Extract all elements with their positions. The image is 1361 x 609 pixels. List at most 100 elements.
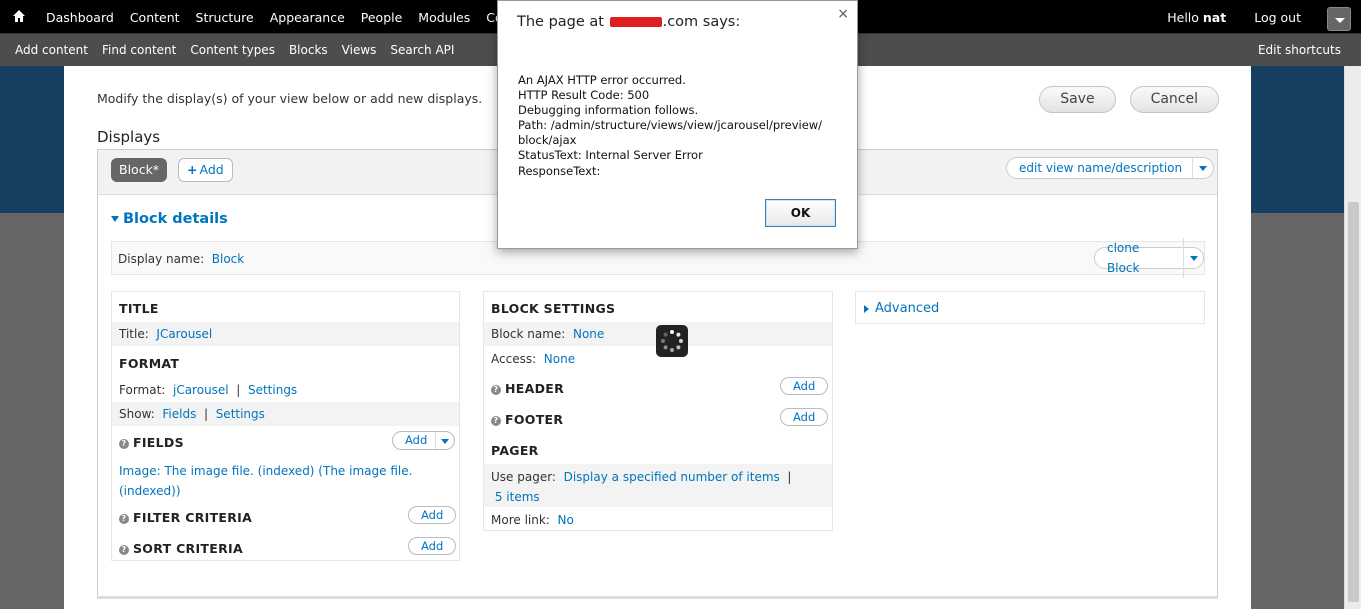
pager-items-link[interactable]: 5 items [495, 490, 540, 504]
show-separator: | [204, 407, 209, 421]
right-column: Advanced [855, 291, 1205, 324]
dialog-line: Path: /admin/structure/views/view/jcarou… [518, 118, 823, 133]
shortcut-blocks[interactable]: Blocks [282, 43, 335, 57]
menu-dashboard[interactable]: Dashboard [38, 10, 122, 25]
edit-shortcuts-link[interactable]: Edit shortcuts [1258, 43, 1341, 57]
block-details-toggle[interactable]: Block details [111, 211, 228, 227]
access-label: Access: [491, 352, 537, 366]
shortcut-views[interactable]: Views [335, 43, 384, 57]
dialog-line: HTTP Result Code: 500 [518, 88, 650, 103]
hello-label: Hello [1167, 9, 1199, 25]
logout-link[interactable]: Log out [1254, 10, 1301, 25]
dialog-title-suffix: .com says: [662, 14, 741, 30]
display-name-link[interactable]: Block [212, 252, 244, 266]
triangle-right-icon [864, 304, 869, 313]
shortcut-content-types[interactable]: Content types [183, 43, 282, 57]
header-add-button[interactable]: Add [780, 377, 829, 395]
show-row: Show: Fields | Settings [112, 402, 459, 426]
triangle-down-icon [111, 216, 119, 222]
add-display-button[interactable]: + Add [178, 158, 233, 182]
filter-add-button[interactable]: Add [408, 506, 457, 524]
sort-add-button[interactable]: Add [408, 537, 457, 555]
show-settings-link[interactable]: Settings [216, 407, 265, 421]
save-button[interactable]: Save [1039, 86, 1116, 113]
dialog-title-prefix: The page at [517, 14, 604, 30]
chevron-down-icon[interactable] [1193, 158, 1213, 178]
format-value-link[interactable]: jCarousel [173, 383, 229, 397]
page-scrollbar[interactable] [1344, 66, 1361, 609]
cancel-button[interactable]: Cancel [1129, 86, 1219, 113]
format-heading: FORMAT [119, 356, 180, 371]
more-link-value[interactable]: No [557, 513, 573, 527]
add-display-label: Add [199, 162, 224, 177]
menu-modules[interactable]: Modules [410, 10, 478, 25]
block-name-label: Block name: [491, 327, 566, 341]
clone-block-link[interactable]: clone Block [1095, 238, 1184, 278]
scrollbar-thumb[interactable] [1348, 202, 1359, 602]
use-pager-separator: | [787, 470, 792, 484]
tab-block[interactable]: Block* [111, 158, 168, 182]
advanced-label: Advanced [875, 301, 940, 316]
username[interactable]: nat [1203, 10, 1226, 25]
sort-heading-wrap: ? SORT CRITERIA [119, 541, 243, 556]
block-settings-heading: BLOCK SETTINGS [491, 301, 616, 316]
help-icon[interactable]: ? [119, 513, 129, 524]
footer-heading: FOOTER [505, 412, 564, 427]
advanced-toggle[interactable]: Advanced [864, 301, 939, 316]
display-name-label: Display name: [118, 252, 205, 266]
access-link[interactable]: None [544, 352, 575, 366]
clone-dropbutton[interactable]: clone Block [1094, 238, 1204, 278]
title-heading: TITLE [119, 301, 159, 316]
edit-view-dropbutton[interactable]: edit view name/description [1006, 157, 1215, 179]
field-item-link[interactable]: Image: The image file. (indexed) (The im… [119, 464, 412, 498]
help-icon[interactable]: ? [491, 384, 501, 395]
footer-add-button[interactable]: Add [780, 408, 829, 426]
sort-heading: SORT CRITERIA [133, 541, 243, 556]
fields-add-dropbutton[interactable]: Add [392, 431, 456, 450]
block-name-link[interactable]: None [573, 327, 604, 341]
dialog-message: An AJAX HTTP error occurred. HTTP Result… [518, 73, 838, 179]
format-settings-link[interactable]: Settings [248, 383, 297, 397]
form-actions: Save Cancel [1039, 86, 1219, 113]
ok-button[interactable]: OK [765, 199, 836, 227]
menu-people[interactable]: People [353, 10, 411, 25]
dialog-line: An AJAX HTTP error occurred. [518, 73, 686, 87]
format-row: Format: jCarousel | Settings [112, 378, 459, 402]
intro-text: Modify the display(s) of your view below… [97, 91, 483, 106]
close-icon[interactable]: × [837, 6, 849, 22]
dialog-line: ResponseText: [518, 163, 601, 178]
shortcut-find-content[interactable]: Find content [95, 43, 183, 57]
pager-heading: PAGER [491, 443, 539, 458]
edit-view-link[interactable]: edit view name/description [1007, 158, 1194, 178]
shortcut-search-api[interactable]: Search API [383, 43, 461, 57]
fields-add-button[interactable]: Add [393, 432, 437, 449]
use-pager-label: Use pager: [491, 470, 556, 484]
menu-appearance[interactable]: Appearance [262, 10, 353, 25]
dialog-line: StatusText: Internal Server Error [518, 148, 703, 163]
help-icon[interactable]: ? [491, 415, 501, 426]
block-details-title: Block details [123, 211, 228, 227]
header-heading-wrap: ? HEADER [491, 381, 564, 396]
chevron-down-icon[interactable] [1184, 248, 1203, 268]
dialog-title: The page at .com says: [517, 14, 740, 30]
use-pager-row: Use pager: Display a specified number of… [484, 464, 832, 507]
home-icon[interactable] [12, 9, 26, 23]
shortcuts-toggle-button[interactable] [1327, 7, 1351, 31]
use-pager-link[interactable]: Display a specified number of items [564, 470, 780, 484]
alert-dialog: The page at .com says: × An AJAX HTTP er… [497, 0, 858, 249]
show-value-link[interactable]: Fields [162, 407, 196, 421]
shortcut-add-content[interactable]: Add content [8, 43, 95, 57]
more-link-row: More link: No [484, 508, 832, 532]
spinner-graphic [661, 330, 683, 352]
header-heading: HEADER [505, 381, 565, 396]
filter-heading: FILTER CRITERIA [133, 510, 253, 525]
chevron-down-icon[interactable] [436, 432, 454, 449]
menu-content[interactable]: Content [122, 10, 188, 25]
dialog-line: Debugging information follows. [518, 103, 699, 118]
title-label: Title: [119, 327, 149, 341]
help-icon[interactable]: ? [119, 438, 129, 449]
help-icon[interactable]: ? [119, 544, 129, 555]
menu-structure[interactable]: Structure [188, 10, 262, 25]
title-value-link[interactable]: JCarousel [156, 327, 212, 341]
dialog-line: block/ajax [518, 133, 577, 148]
